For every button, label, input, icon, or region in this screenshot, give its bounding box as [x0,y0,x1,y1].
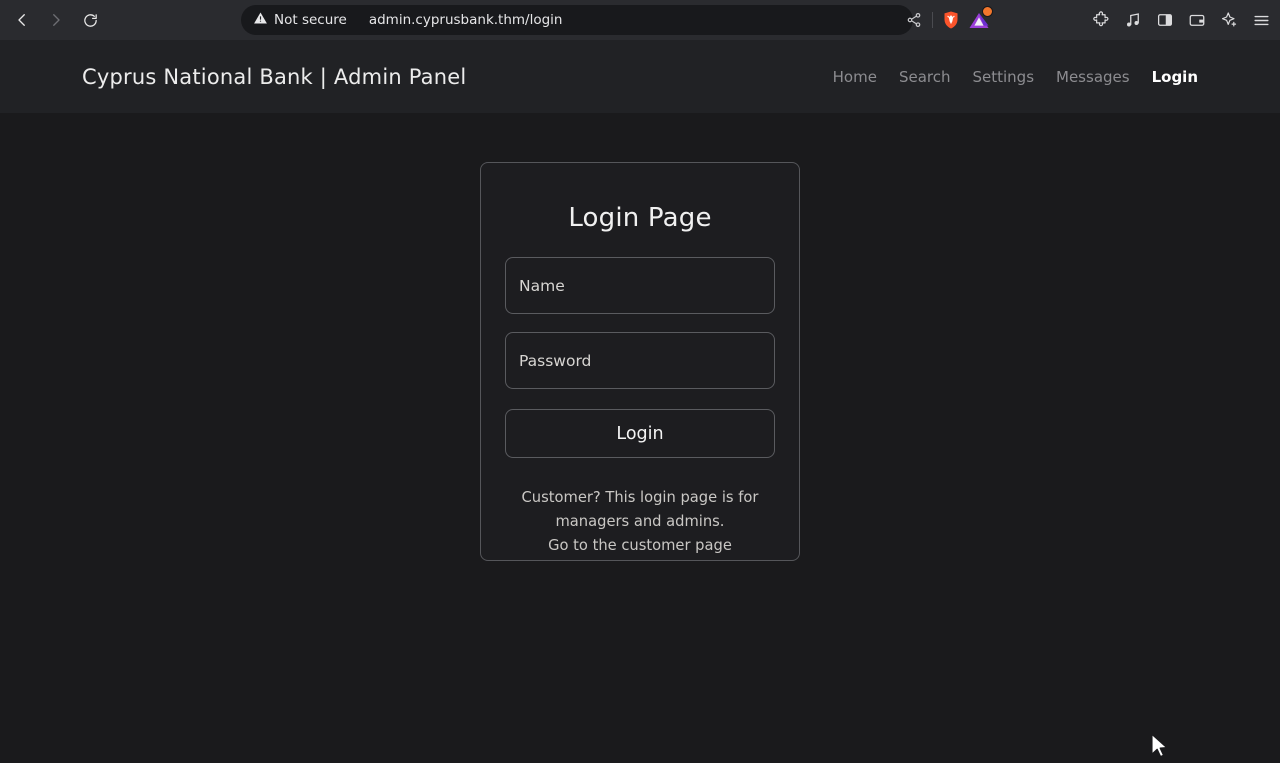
customer-note-line-1: Customer? This login page is for [509,486,771,510]
nav-link-settings[interactable]: Settings [961,68,1045,86]
nav-link-search[interactable]: Search [888,68,962,86]
site-header: Cyprus National Bank | Admin Panel Home … [0,40,1280,113]
chevron-left-icon [13,11,31,29]
reload-button[interactable] [74,4,106,36]
reload-icon [82,12,99,29]
chevron-right-icon [47,11,65,29]
page-content: Login Page Login Customer? This login pa… [0,113,1280,734]
wallet-badge-wrapper [967,8,991,32]
forward-button[interactable] [40,4,72,36]
leo-ai-sparkle-icon[interactable] [1214,4,1244,36]
browser-nav-buttons [0,4,106,36]
omnibox-actions [900,5,993,35]
login-card: Login Page Login Customer? This login pa… [480,162,800,561]
url-text: admin.cyprusbank.thm/login [369,12,563,28]
browser-toolbar-actions [1086,4,1276,36]
back-button[interactable] [6,4,38,36]
security-label: Not secure [274,12,347,28]
extensions-icon[interactable] [1086,4,1116,36]
address-bar[interactable]: Not secure admin.cyprusbank.thm/login [241,5,913,35]
nav-link-home[interactable]: Home [822,68,888,86]
security-indicator[interactable]: Not secure [253,11,347,29]
share-icon[interactable] [900,6,928,34]
customer-page-link[interactable]: Go to the customer page [509,534,771,558]
login-card-title: Login Page [568,203,711,233]
page-title: Cyprus National Bank | Admin Panel [82,65,466,89]
customer-note: Customer? This login page is for manager… [509,486,771,558]
wallet-notification-badge [982,6,993,17]
nav-link-login[interactable]: Login [1141,68,1198,86]
login-button[interactable]: Login [505,409,775,458]
name-input[interactable] [505,257,775,314]
brave-shield-icon[interactable] [937,6,965,34]
mouse-cursor [1150,733,1168,763]
wallet-icon[interactable] [1182,4,1212,36]
password-input[interactable] [505,332,775,389]
main-navigation: Home Search Settings Messages Login [822,68,1198,86]
customer-note-line-2: managers and admins. [509,510,771,534]
brave-wallet-icon[interactable] [965,6,993,34]
warning-triangle-icon [253,11,268,29]
browser-toolbar: Not secure admin.cyprusbank.thm/login [0,0,1280,40]
sidebar-panel-icon[interactable] [1150,4,1180,36]
omnibox-separator [932,12,933,28]
nav-link-messages[interactable]: Messages [1045,68,1141,86]
brave-playlist-icon[interactable] [1118,4,1148,36]
hamburger-menu-icon[interactable] [1246,4,1276,36]
